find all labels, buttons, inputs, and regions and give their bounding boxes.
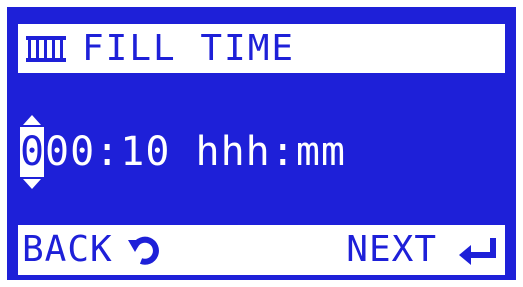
enter-return-icon: [457, 234, 499, 266]
increment-arrow-icon[interactable]: [23, 115, 41, 125]
time-value-text: 00:10 hhh:mm: [45, 129, 346, 175]
soft-key-bar: BACK NEXT: [18, 225, 505, 275]
next-button[interactable]: NEXT: [346, 225, 499, 275]
title-bar: FILL TIME: [18, 24, 505, 73]
rotate-back-icon: [127, 232, 163, 268]
back-button[interactable]: BACK: [22, 225, 163, 275]
next-label: NEXT: [346, 229, 437, 270]
time-value-editor[interactable]: 0 00:10 hhh:mm: [19, 109, 346, 195]
lcd-screen: FILL TIME 0 00:10 hhh:mm BACK NEXT: [7, 7, 516, 280]
tank-fill-icon: [24, 32, 70, 66]
page-title: FILL TIME: [82, 27, 296, 69]
back-label: BACK: [22, 229, 113, 270]
selected-digit[interactable]: 0: [20, 127, 44, 177]
decrement-arrow-icon[interactable]: [23, 179, 41, 189]
digit-stepper[interactable]: 0: [19, 109, 45, 195]
